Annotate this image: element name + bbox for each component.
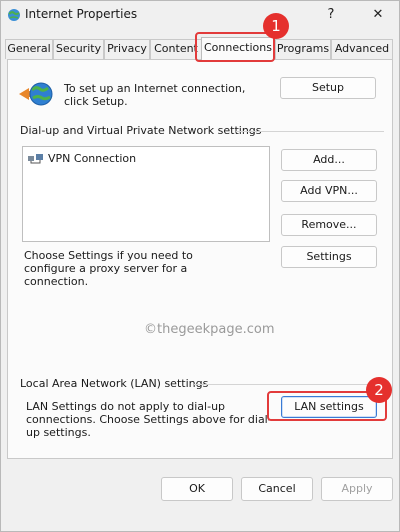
tab-privacy[interactable]: Privacy [104, 39, 150, 59]
tab-general[interactable]: General [5, 39, 53, 59]
dialup-group-divider [236, 131, 384, 132]
tab-connections[interactable]: Connections [201, 37, 275, 60]
vpn-network-icon [28, 154, 43, 164]
ok-button[interactable]: OK [161, 477, 233, 501]
help-button[interactable]: ? [321, 5, 341, 25]
cancel-button[interactable]: Cancel [241, 477, 313, 501]
internet-options-icon [8, 9, 20, 21]
settings-button[interactable]: Settings [281, 246, 377, 268]
list-item[interactable]: VPN Connection [27, 150, 136, 166]
dialup-group-title: Dial-up and Virtual Private Network sett… [20, 124, 262, 137]
connections-panel: To set up an Internet connection, click … [7, 59, 393, 459]
setup-description: To set up an Internet connection, click … [64, 82, 246, 108]
lan-group-title: Local Area Network (LAN) settings [20, 377, 209, 390]
internet-properties-window: Internet Properties ? ✕ General Security… [0, 0, 400, 532]
dialog-footer: OK Cancel Apply [1, 467, 399, 531]
tab-programs[interactable]: Programs [275, 39, 331, 59]
vpn-connection-label: VPN Connection [48, 151, 137, 165]
lan-settings-button[interactable]: LAN settings [281, 396, 377, 418]
close-button[interactable]: ✕ [367, 5, 389, 25]
add-vpn-button[interactable]: Add VPN... [281, 180, 377, 202]
lan-group-divider [194, 384, 384, 385]
proxy-description: Choose Settings if you need to configure… [24, 249, 193, 288]
window-title: Internet Properties [25, 7, 138, 21]
remove-button[interactable]: Remove... [281, 214, 377, 236]
lan-description: LAN Settings do not apply to dial-up con… [26, 400, 272, 439]
tab-content[interactable]: Content [150, 39, 202, 59]
apply-button[interactable]: Apply [321, 477, 393, 501]
tab-strip: General Security Privacy Content Connect… [5, 37, 397, 60]
step-badge-2: 2 [366, 377, 392, 403]
step-badge-1: 1 [263, 13, 289, 39]
globe-connection-icon [19, 82, 53, 106]
add-button[interactable]: Add... [281, 149, 377, 171]
tab-advanced[interactable]: Advanced [331, 39, 393, 59]
title-bar: Internet Properties ? ✕ [1, 1, 399, 31]
connections-listbox[interactable]: VPN Connection [22, 146, 270, 242]
watermark-text: ©thegeekpage.com [144, 322, 275, 337]
setup-button[interactable]: Setup [280, 77, 376, 99]
tab-security[interactable]: Security [53, 39, 104, 59]
watermark: ©thegeekpage.com [144, 322, 274, 337]
